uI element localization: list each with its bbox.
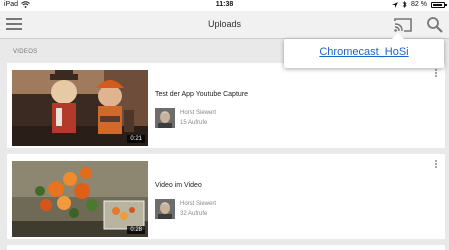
channel-name: Horst Siewert [180,110,217,116]
video-card[interactable]: 0:21 Test der App Youtube Capture Horst … [7,63,445,148]
view-count: 32 Aufrufe [180,211,208,217]
status-bar-right: 82 % [392,1,447,8]
status-time: 11:38 [215,1,234,8]
video-title[interactable]: Video im Video [155,182,202,189]
view-count: 15 Aufrufe [180,120,208,126]
avatar [155,199,175,219]
location-arrow-icon [392,1,399,8]
bluetooth-icon [402,1,407,8]
avatar [155,108,175,128]
more-options-icon[interactable] [433,69,439,81]
video-thumbnail[interactable]: 0:21 [12,70,148,146]
more-options-icon[interactable] [433,160,439,172]
video-title[interactable]: Test der App Youtube Capture [155,91,248,98]
app-bar: Uploads [0,11,449,39]
video-thumbnail[interactable]: 0:28 [12,161,148,237]
battery-percent: 82 % [411,1,427,8]
video-card[interactable]: 0:28 Video im Video Horst Siewert 32 Auf… [7,154,445,239]
battery-icon [431,1,447,8]
cast-icon[interactable] [393,16,413,34]
cast-device-link[interactable]: Chromecast_HoSi [284,46,444,58]
section-label: VIDEOS [13,49,38,55]
cast-device-popup: Chromecast_HoSi [284,33,444,68]
search-icon[interactable] [426,16,444,34]
status-bar: iPad 11:38 82 % [0,0,449,11]
page-title: Uploads [207,19,242,29]
video-duration: 0:21 [127,135,145,143]
video-card-partial [7,245,445,250]
channel-name: Horst Siewert [180,201,217,207]
video-duration: 0:28 [127,226,145,234]
